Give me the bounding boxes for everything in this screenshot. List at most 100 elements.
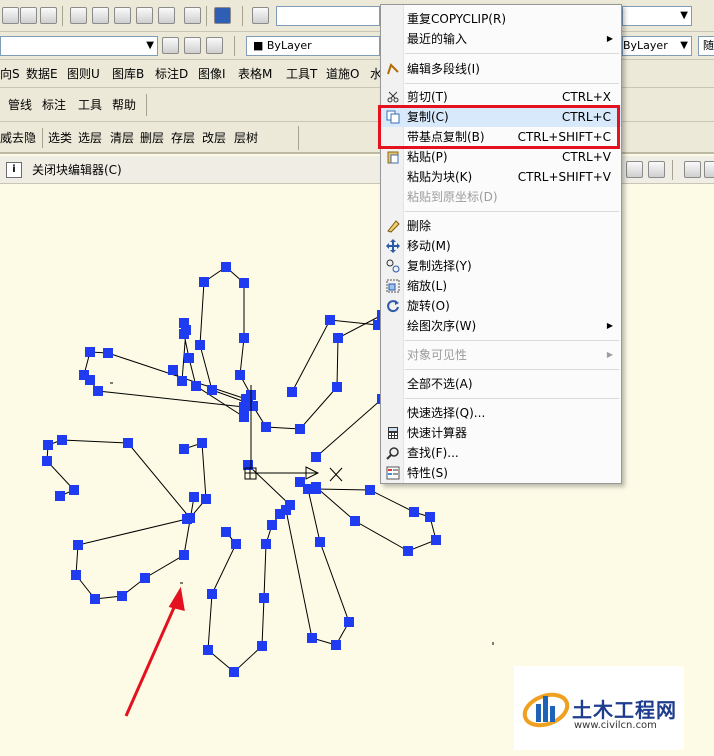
polyline-petal[interactable]: [75, 496, 195, 600]
grip-point[interactable]: [281, 505, 291, 515]
grip-point[interactable]: [331, 640, 341, 650]
layer-tool[interactable]: 去隐: [12, 122, 36, 154]
grip-point[interactable]: [103, 348, 113, 358]
grip-point[interactable]: [425, 512, 435, 522]
menu-item-copy-selection[interactable]: 复制选择(Y): [381, 256, 621, 276]
grip-point[interactable]: [177, 376, 187, 386]
grip-point[interactable]: [221, 262, 231, 272]
grip-point[interactable]: [85, 347, 95, 357]
menu-item-scale[interactable]: 缩放(L): [381, 276, 621, 296]
grip-point[interactable]: [295, 477, 305, 487]
menu-item-cut[interactable]: 剪切(T) CTRL+X: [381, 87, 621, 107]
menu-item-quick-calc[interactable]: 快速计算器: [381, 423, 621, 443]
menu-item[interactable]: 表格M: [238, 60, 272, 88]
menu-item[interactable]: 工具T: [286, 60, 317, 88]
menu-item-find[interactable]: 查找(F)...: [381, 443, 621, 463]
layer-tool[interactable]: 改层: [202, 122, 226, 154]
grip-point[interactable]: [207, 385, 217, 395]
linetype-combo[interactable]: ByLayer ▼: [622, 36, 692, 56]
grip-point[interactable]: [431, 535, 441, 545]
grip-point[interactable]: [123, 438, 133, 448]
menu-item[interactable]: 帮助: [112, 88, 136, 122]
select-filter-icon[interactable]: [648, 161, 665, 178]
grip-point[interactable]: [197, 438, 207, 448]
grip-point[interactable]: [184, 353, 194, 363]
grip-point[interactable]: [199, 277, 209, 287]
layer-tool[interactable]: 删层: [140, 122, 164, 154]
zoom-window-icon[interactable]: [40, 7, 57, 24]
grip-point[interactable]: [93, 386, 103, 396]
text-style-combo[interactable]: [276, 6, 380, 26]
grip-point[interactable]: [203, 645, 213, 655]
grip-point[interactable]: [201, 494, 211, 504]
polyline-petal[interactable]: [252, 314, 383, 458]
menu-item-paste-as-block[interactable]: 粘贴为块(K) CTRL+SHIFT+V: [381, 167, 621, 187]
layer-manager-icon[interactable]: [162, 37, 179, 54]
menu-item-quick-select[interactable]: 快速选择(Q)...: [381, 403, 621, 423]
grip-point[interactable]: [239, 402, 249, 412]
design-center-icon[interactable]: [92, 7, 109, 24]
grip-point[interactable]: [365, 485, 375, 495]
menu-item-repeat-copyclip[interactable]: 重复COPYCLIP(R): [381, 9, 621, 29]
grip-point[interactable]: [239, 412, 249, 422]
grip-point[interactable]: [259, 593, 269, 603]
grip-point[interactable]: [235, 370, 245, 380]
zoom-realtime-icon[interactable]: [20, 7, 37, 24]
menu-item-recent-input[interactable]: 最近的输入 ▶: [381, 29, 621, 49]
menu-item[interactable]: 标注D: [155, 60, 188, 88]
layer-previous-icon[interactable]: [206, 37, 223, 54]
calculator-icon[interactable]: [184, 7, 201, 24]
grip-point[interactable]: [295, 424, 305, 434]
polyline-petal[interactable]: [291, 319, 379, 393]
layer-tool[interactable]: 清层: [110, 122, 134, 154]
grip-point[interactable]: [168, 365, 178, 375]
menu-item[interactable]: 管线: [8, 88, 32, 122]
grip-point[interactable]: [73, 540, 83, 550]
grip-point[interactable]: [90, 594, 100, 604]
grip-point[interactable]: [71, 570, 81, 580]
grip-point[interactable]: [403, 546, 413, 556]
text-style-icon[interactable]: [252, 7, 269, 24]
info-icon[interactable]: i: [6, 162, 22, 178]
grip-point[interactable]: [311, 482, 321, 492]
menu-item-move[interactable]: 移动(M): [381, 236, 621, 256]
grip-point[interactable]: [85, 375, 95, 385]
grip-point[interactable]: [344, 617, 354, 627]
grip-point[interactable]: [261, 539, 271, 549]
tool-palette-icon[interactable]: [114, 7, 131, 24]
menu-item-rotate[interactable]: 旋转(O): [381, 296, 621, 316]
grip-point[interactable]: [229, 667, 239, 677]
grip-point[interactable]: [333, 333, 343, 343]
layer-tool[interactable]: 威: [0, 122, 12, 154]
grip-point[interactable]: [325, 315, 335, 325]
workspace-combo[interactable]: ▼: [0, 36, 158, 56]
markup-icon[interactable]: [158, 7, 175, 24]
grip-point[interactable]: [332, 382, 342, 392]
grip-point[interactable]: [409, 507, 419, 517]
dim-style-combo[interactable]: ▼: [622, 6, 692, 26]
sheet-set-icon[interactable]: [136, 7, 153, 24]
grip-point[interactable]: [239, 278, 249, 288]
close-block-editor-button[interactable]: 关闭块编辑器(C): [32, 156, 122, 184]
grip-point[interactable]: [179, 550, 189, 560]
menu-item[interactable]: 道施O: [326, 60, 359, 88]
layer-tool[interactable]: 选类: [48, 122, 72, 154]
layer-tool[interactable]: 层树: [234, 122, 258, 154]
grip-point[interactable]: [307, 633, 317, 643]
layer-state-icon[interactable]: [184, 37, 201, 54]
menu-item[interactable]: 图库B: [112, 60, 144, 88]
block-table-icon[interactable]: [684, 161, 701, 178]
grip-point[interactable]: [315, 537, 325, 547]
tool-icon[interactable]: [2, 7, 19, 24]
polyline-petal[interactable]: [285, 481, 350, 646]
grip-point[interactable]: [189, 492, 199, 502]
menu-item-properties[interactable]: 特性(S): [381, 463, 621, 483]
layer-tool[interactable]: 选层: [78, 122, 102, 154]
menu-item[interactable]: 向S: [0, 60, 20, 88]
polyline-petal[interactable]: [83, 351, 247, 408]
menu-item[interactable]: 图则U: [67, 60, 100, 88]
grip-point[interactable]: [267, 520, 277, 530]
menu-item[interactable]: 图像I: [198, 60, 226, 88]
grip-point[interactable]: [239, 333, 249, 343]
grip-point[interactable]: [43, 440, 53, 450]
